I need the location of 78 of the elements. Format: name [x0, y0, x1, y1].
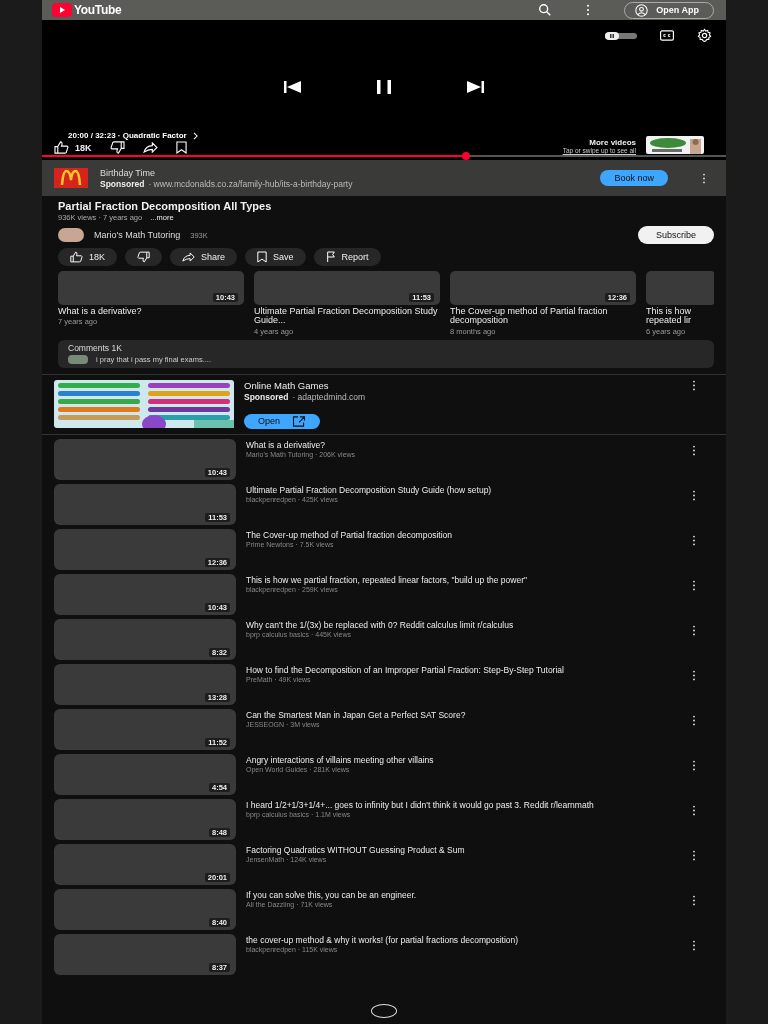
video-title: Partial Fraction Decomposition All Types	[58, 200, 273, 212]
logo-text: YouTube	[74, 3, 122, 17]
video-title[interactable]: This is how we partial fraction, repeated linear factors, "build up the power"	[246, 575, 682, 585]
more-icon[interactable]	[702, 172, 706, 184]
more-icon[interactable]	[692, 579, 696, 591]
more-icon[interactable]	[586, 4, 591, 16]
open-button[interactable]: Open	[244, 413, 321, 429]
ad-title: Birthday Time	[100, 167, 157, 178]
video-title[interactable]: Angry interactions of villains meeting other villains	[246, 755, 682, 765]
share-button[interactable]: Share	[170, 248, 238, 266]
more-icon[interactable]	[692, 669, 696, 681]
more-icon[interactable]	[692, 849, 696, 861]
more-icon[interactable]	[692, 894, 696, 906]
video-title[interactable]: Factoring Quadratics WITHOUT Guessing Product & Sum	[246, 845, 682, 855]
search-icon[interactable]	[538, 3, 553, 17]
thumbs-up-icon[interactable]	[54, 141, 69, 154]
bookmark-icon[interactable]	[175, 141, 187, 154]
video-thumbnail[interactable]	[646, 271, 714, 305]
video-title[interactable]: The Cover-up method of Partial fraction decomposition	[450, 307, 636, 326]
subscribe-button[interactable]: Subscribe	[637, 226, 714, 244]
video-title[interactable]: Can the Smartest Man in Japan Get a Perfect SAT Score?	[246, 710, 682, 720]
video-title[interactable]: What is a derivative?	[246, 440, 682, 450]
more-icon[interactable]	[692, 534, 696, 546]
thumbs-down-icon[interactable]	[109, 141, 125, 154]
video-title[interactable]: Why can't the 1/(3x) be replaced with 0? Reddit calculus limit r/calculus	[246, 620, 682, 630]
video-title[interactable]: The Cover-up method of Partial fraction decomposition	[246, 530, 682, 540]
ad-url: · www.mcdonalds.co.za/family-hub/its-a-birthday-party	[148, 178, 353, 189]
flag-icon	[325, 251, 336, 263]
video-title[interactable]: I heard 1/2+1/3+1/4+... goes to infinity but I didn't think it would go past 3. Reddit r/learnmath	[246, 800, 682, 810]
sponsored-label: Sponsored	[100, 178, 145, 189]
pause-icon[interactable]	[376, 80, 392, 94]
more-videos-label[interactable]: More videos	[589, 138, 636, 147]
toggle-icon[interactable]	[605, 31, 637, 40]
thumbs-up-icon	[70, 251, 83, 263]
report-button[interactable]: Report	[313, 248, 381, 266]
video-title[interactable]: How to find the Decomposition of an Improper Partial Fraction: Step-By-Step Tutorial	[246, 665, 682, 675]
play-logo-icon	[52, 3, 72, 17]
share-icon	[182, 252, 195, 262]
more-icon[interactable]	[692, 939, 696, 951]
share-icon[interactable]	[142, 142, 158, 153]
more-icon[interactable]	[692, 714, 696, 726]
ad-banner[interactable]: Birthday Time Sponsored · www.mcdonalds.co.za/family-hub/its-a-birthday-party Book now	[42, 160, 726, 196]
save-button[interactable]: Save	[245, 248, 306, 266]
chevron-icon[interactable]	[192, 131, 198, 140]
like-count: 18K	[75, 142, 92, 153]
external-link-icon	[292, 415, 307, 427]
more-icon[interactable]	[692, 379, 696, 391]
bookmark-icon	[257, 251, 268, 263]
channel-avatar[interactable]	[58, 228, 84, 242]
sponsored-label: Sponsored	[244, 391, 289, 402]
video-title[interactable]: Ultimate Partial Fraction Decomposition Study Guide...	[254, 307, 440, 326]
logo-icon	[54, 168, 88, 188]
settings-icon[interactable]	[697, 28, 712, 43]
video-title[interactable]: Ultimate Partial Fraction Decomposition Study Guide (how setup)	[246, 485, 682, 495]
captions-icon[interactable]	[659, 30, 675, 41]
more-icon[interactable]	[692, 489, 696, 501]
more-icon[interactable]	[692, 804, 696, 816]
video-title[interactable]: the cover-up method & why it works! (for partial fractions decomposition)	[246, 935, 682, 945]
progress-handle[interactable]	[462, 152, 471, 160]
next-icon[interactable]	[466, 81, 484, 93]
previous-icon[interactable]	[284, 81, 302, 93]
more-icon[interactable]	[692, 444, 696, 456]
thumbs-down-icon	[137, 251, 150, 263]
person-icon	[635, 3, 649, 17]
ad-title: Online Math Games	[244, 379, 330, 391]
more-icon[interactable]	[692, 624, 696, 636]
ad-domain: · adaptedmind.com	[292, 391, 366, 402]
time-display: 20:00 / 32:23 · Quadratic Factor	[68, 131, 187, 140]
video-title[interactable]: What is a derivative?	[58, 307, 244, 317]
comments-label: Comments 1K	[68, 342, 123, 353]
like-button[interactable]: 18K	[58, 248, 117, 266]
video-title[interactable]: If you can solve this, you can be an engineer.	[246, 890, 682, 900]
dislike-button[interactable]	[125, 248, 162, 266]
book-now-button[interactable]: Book now	[600, 170, 668, 186]
channel-name[interactable]: Mario's Math Tutoring	[94, 230, 181, 240]
commenter-avatar	[68, 354, 88, 364]
video-title[interactable]: This is how repeated lir	[646, 307, 714, 326]
more-icon[interactable]	[692, 759, 696, 771]
